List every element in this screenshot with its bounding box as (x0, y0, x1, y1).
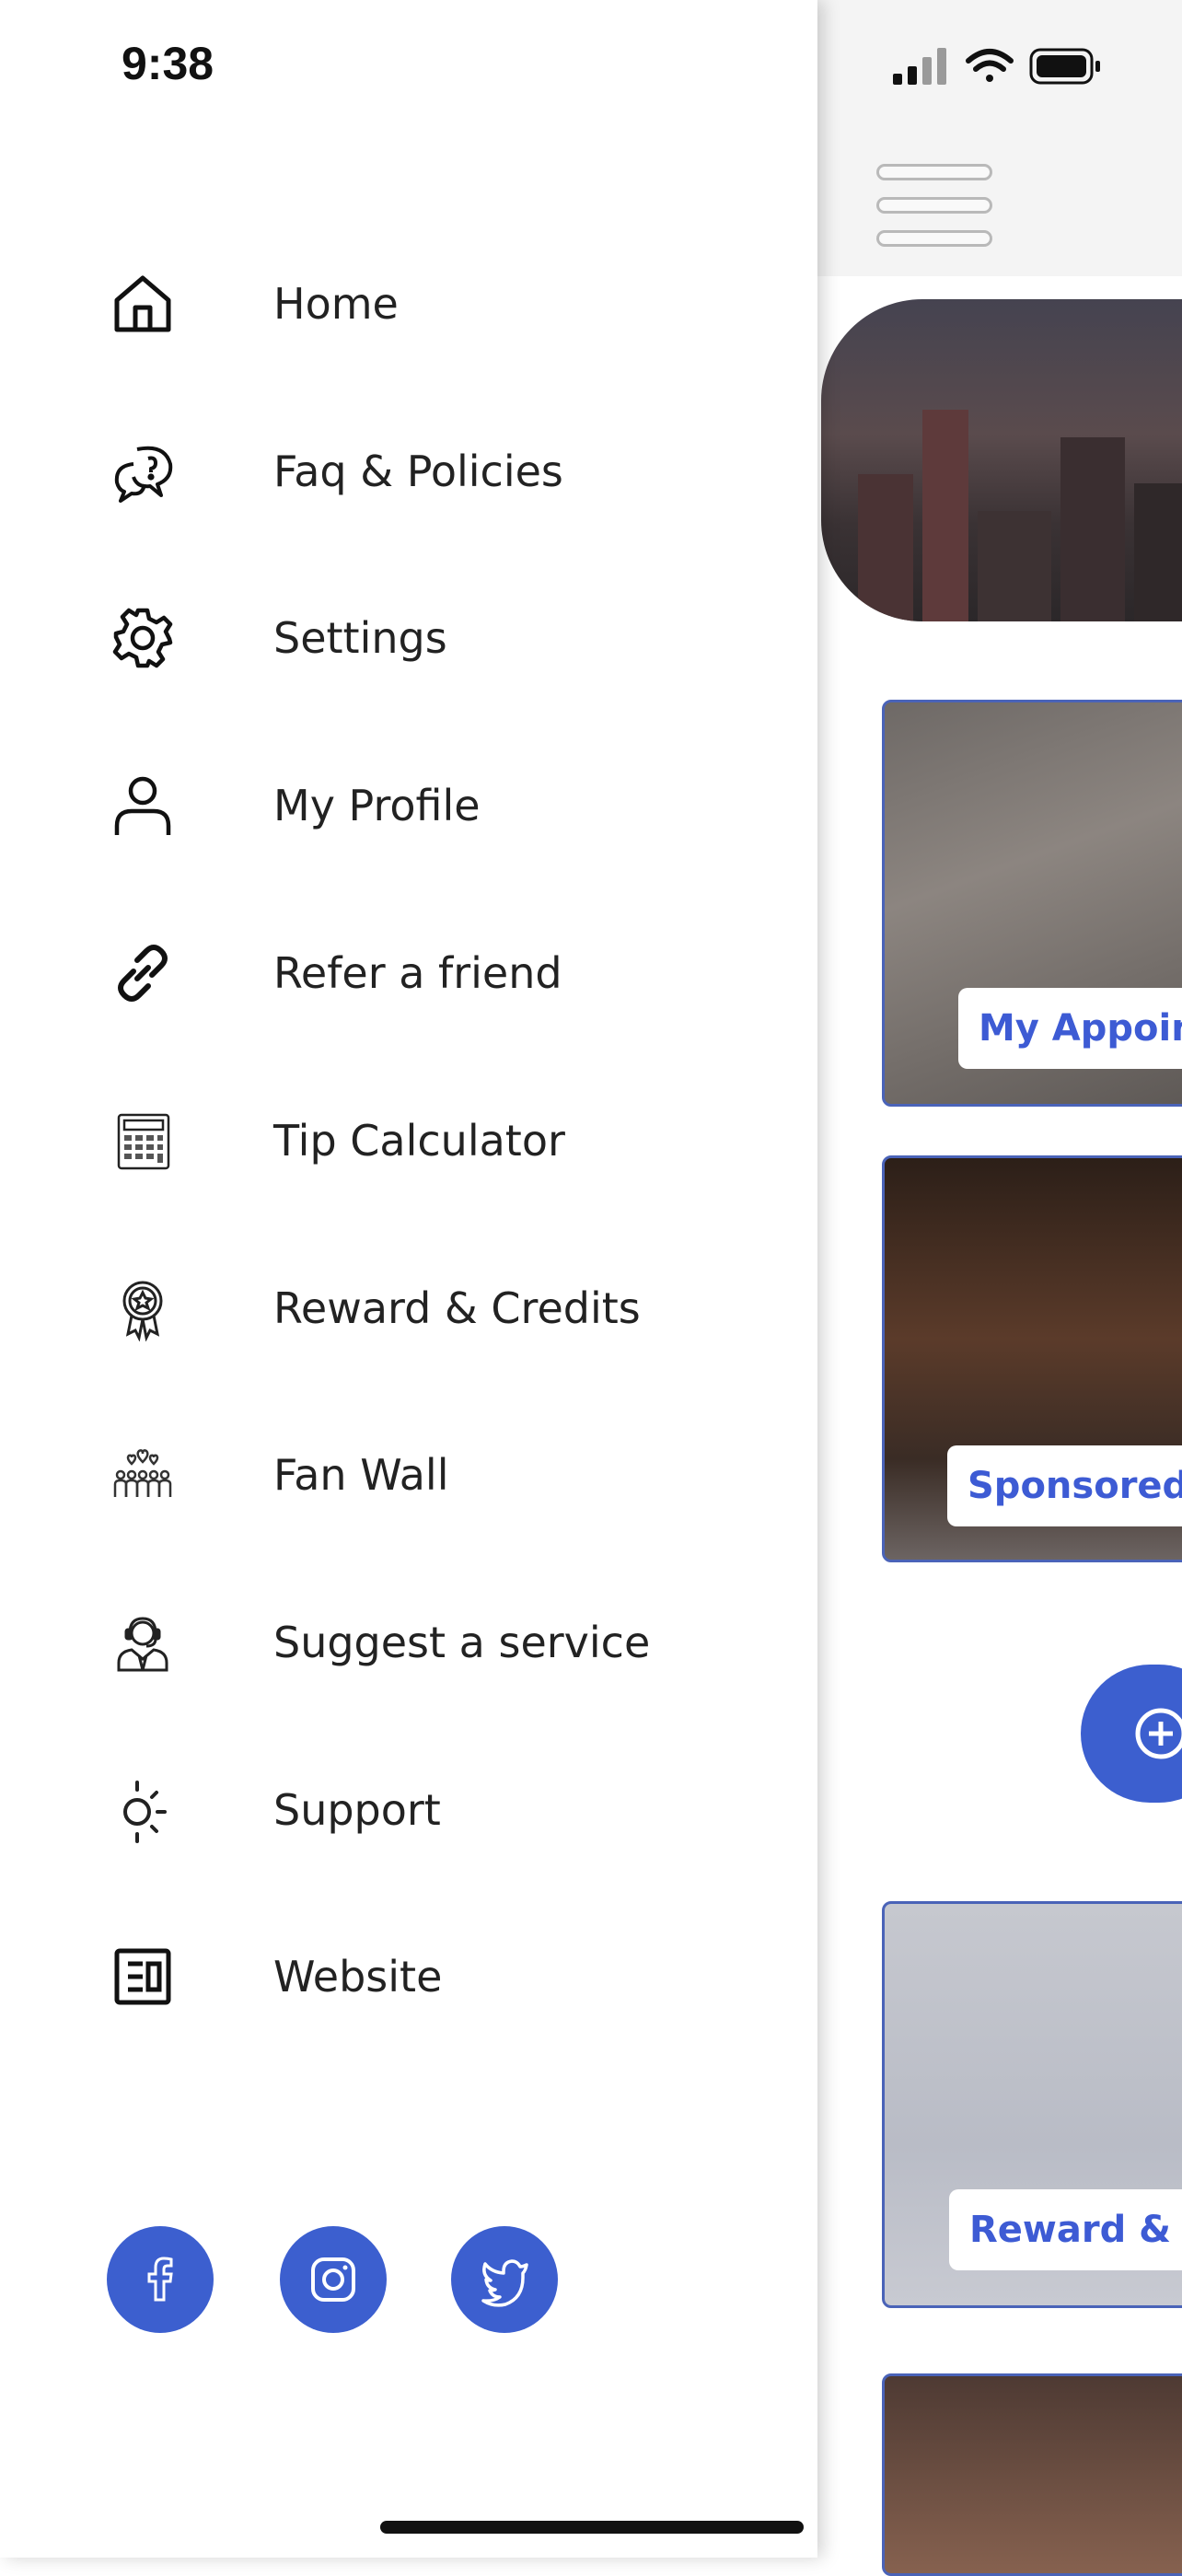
menu-label: Support (273, 1785, 441, 1835)
menu-label: Refer a friend (273, 948, 562, 998)
menu-label: Tip Calculator (273, 1116, 565, 1166)
content-card[interactable] (882, 2373, 1182, 2576)
rewards-card[interactable]: Reward & C (882, 1901, 1182, 2308)
twitter-icon (481, 2259, 528, 2307)
sun-icon (92, 1759, 193, 1861)
menu-label: Home (273, 279, 399, 329)
instagram-button[interactable] (280, 2226, 387, 2333)
menu-label: Suggest a service (273, 1618, 651, 1667)
calculator-icon (92, 1090, 193, 1191)
card-label: My Appoint (958, 988, 1182, 1069)
instagram-icon (311, 2257, 355, 2302)
menu-item-home[interactable]: Home (92, 244, 755, 364)
add-button[interactable] (1081, 1665, 1182, 1803)
facebook-button[interactable] (107, 2226, 214, 2333)
menu-label: Faq & Policies (273, 447, 563, 496)
appointments-card[interactable]: My Appoint (882, 700, 1182, 1107)
award-ribbon-icon (92, 1258, 193, 1359)
menu-label: Fan Wall (273, 1450, 449, 1500)
home-indicator (380, 2521, 804, 2534)
hamburger-menu-icon[interactable] (876, 164, 992, 250)
home-icon (92, 253, 193, 354)
card-label: Sponsored Li (947, 1445, 1182, 1526)
facebook-icon (147, 2257, 173, 2302)
link-icon (92, 922, 193, 1024)
menu-item-fan-wall[interactable]: Fan Wall (92, 1415, 755, 1535)
wifi-icon (966, 49, 1014, 82)
menu-item-reward-credits[interactable]: Reward & Credits (92, 1248, 755, 1368)
menu-label: Settings (273, 613, 447, 663)
menu-item-settings[interactable]: Settings (92, 578, 755, 698)
gear-icon (92, 587, 193, 689)
hero-banner-image (821, 299, 1182, 621)
faq-chat-icon (92, 421, 193, 522)
menu-item-support[interactable]: Support (92, 1750, 755, 1870)
sponsored-card[interactable]: Sponsored Li (882, 1155, 1182, 1562)
menu-item-suggest-a-service[interactable]: Suggest a service (92, 1583, 755, 1702)
menu-item-my-profile[interactable]: My Profile (92, 746, 755, 865)
status-time: 9:38 (122, 38, 214, 89)
plus-circle-icon (1135, 1708, 1182, 1759)
menu-item-tip-calculator[interactable]: Tip Calculator (92, 1081, 755, 1201)
menu-label: Website (273, 1952, 443, 2002)
support-agent-icon (92, 1592, 193, 1693)
app-header (817, 0, 1182, 276)
menu-label: Reward & Credits (273, 1283, 641, 1333)
website-icon (92, 1926, 193, 2027)
twitter-button[interactable] (451, 2226, 558, 2333)
user-icon (92, 755, 193, 856)
battery-icon (1029, 48, 1100, 85)
cellular-signal-icon (893, 48, 946, 85)
status-icons (893, 48, 1100, 85)
card-label: Reward & C (949, 2189, 1182, 2270)
menu-item-faq[interactable]: Faq & Policies (92, 412, 755, 531)
menu-item-refer-a-friend[interactable]: Refer a friend (92, 913, 755, 1033)
menu-label: My Profile (273, 781, 481, 830)
side-drawer: 9:38 Home Faq & Policies Settings My Pro… (0, 0, 817, 2558)
menu-item-website[interactable]: Website (92, 1917, 755, 2036)
crowd-hearts-icon (92, 1424, 193, 1526)
